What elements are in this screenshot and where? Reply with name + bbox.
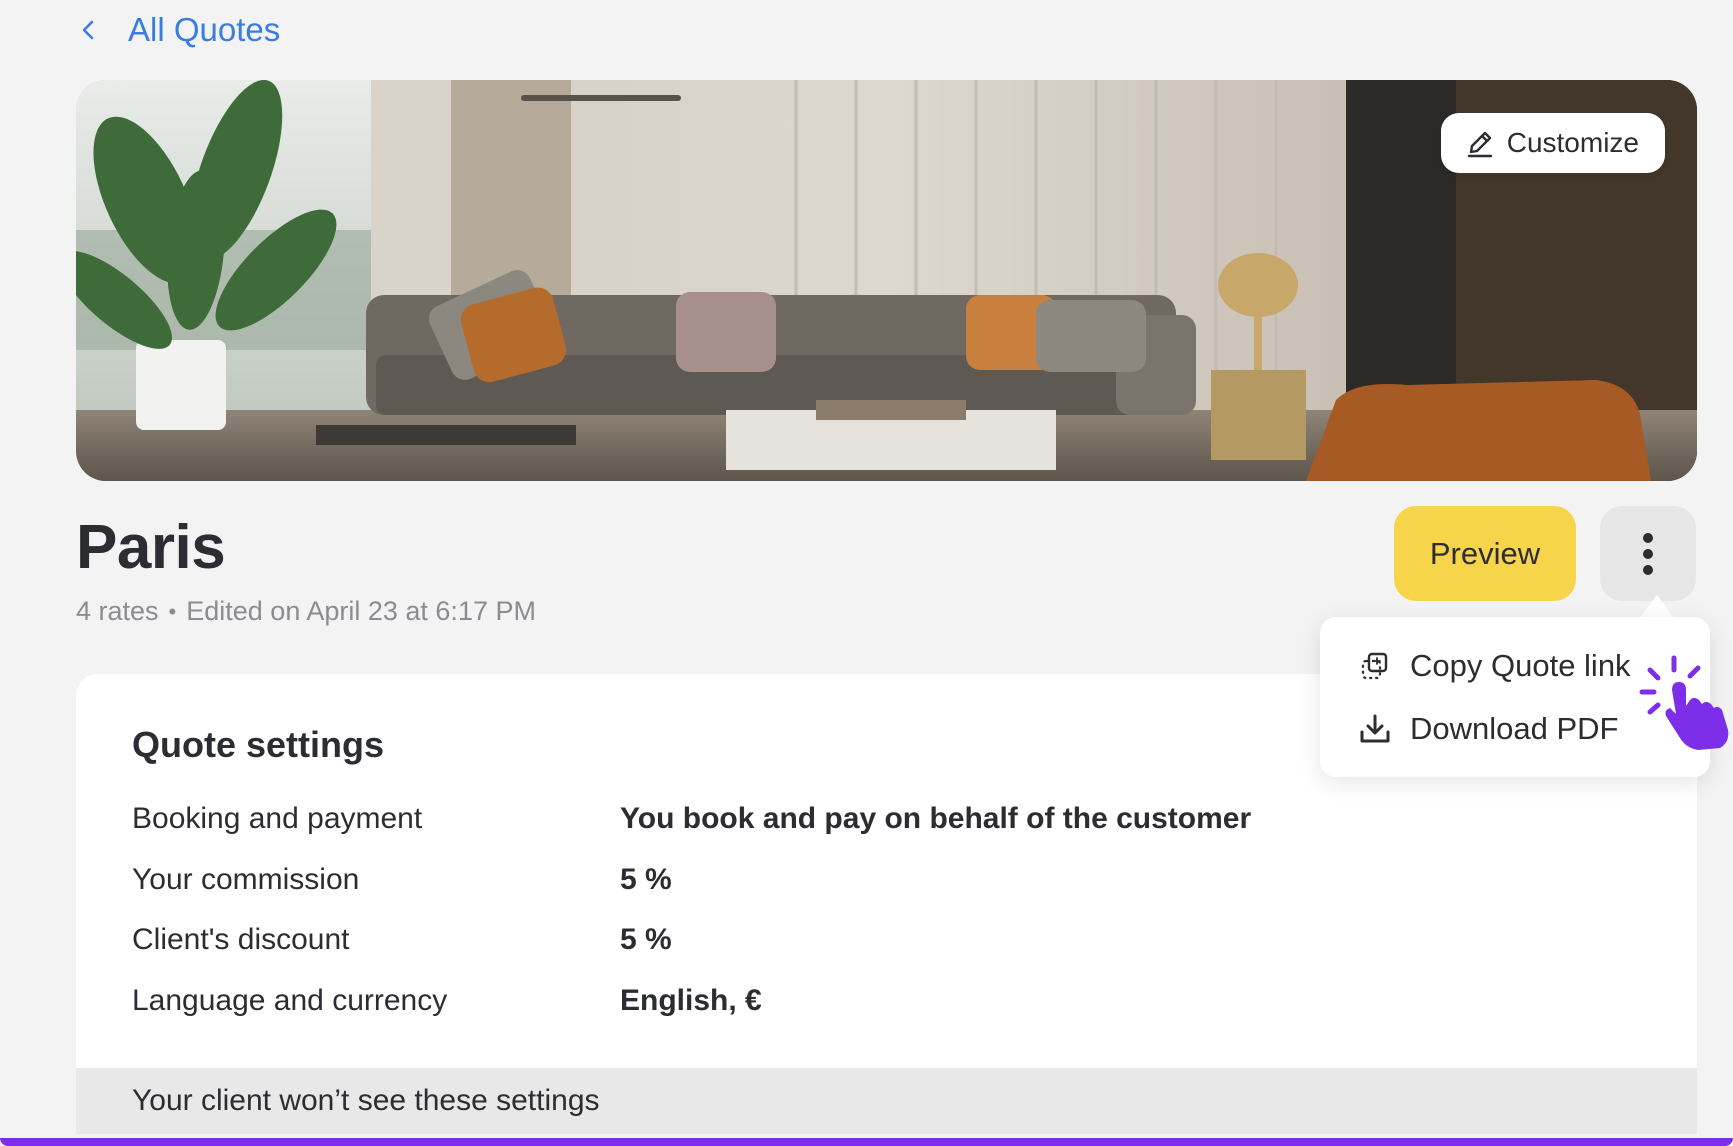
customize-button[interactable]: Customize — [1440, 113, 1665, 173]
settings-value: You book and pay on behalf of the custom… — [620, 802, 1252, 835]
settings-row-language: Language and currency English, € — [132, 981, 1632, 1021]
settings-label: Your commission — [132, 863, 360, 896]
more-options-button[interactable] — [1600, 506, 1696, 601]
more-vertical-icon — [1643, 532, 1653, 575]
preview-button[interactable]: Preview — [1394, 506, 1576, 601]
settings-title: Quote settings — [132, 724, 385, 765]
back-to-all-quotes-link[interactable]: All Quotes — [78, 10, 280, 50]
edited-timestamp: Edited on April 23 at 6:17 PM — [186, 596, 536, 626]
edit-pencil-icon — [1467, 131, 1492, 158]
back-link-label: All Quotes — [128, 11, 281, 48]
chevron-left-icon — [82, 20, 94, 40]
settings-row-discount: Client's discount 5 % — [132, 920, 1632, 960]
settings-label: Client's discount — [132, 923, 350, 956]
meta-separator: • — [168, 598, 177, 624]
settings-row-commission: Your commission 5 % — [132, 860, 1632, 900]
menu-item-copy-quote-link[interactable]: Copy Quote link — [1358, 641, 1631, 691]
menu-item-label: Download PDF — [1410, 711, 1619, 746]
quote-meta: 4 rates • Edited on April 23 at 6:17 PM — [76, 596, 536, 627]
app-frame: All Quotes Customize Paris 4 rates • Edi… — [0, 0, 1733, 1146]
dropdown-caret — [1639, 595, 1675, 619]
settings-label: Language and currency — [132, 984, 448, 1017]
download-icon — [1360, 714, 1390, 743]
settings-value: 5 % — [620, 863, 672, 896]
bottom-accent-bar — [0, 1138, 1733, 1146]
rates-count: 4 rates — [76, 596, 159, 626]
settings-label: Booking and payment — [132, 802, 423, 835]
menu-item-label: Copy Quote link — [1410, 648, 1631, 683]
copy-link-icon — [1361, 652, 1388, 680]
pointer-hand-icon — [1639, 655, 1729, 750]
page-title: Paris — [76, 513, 226, 582]
settings-value: 5 % — [620, 923, 672, 956]
settings-value: English, € — [620, 984, 762, 1017]
customize-label: Customize — [1506, 127, 1639, 158]
settings-footer-note: Your client won’t see these settings — [76, 1068, 1697, 1134]
settings-row-booking: Booking and payment You book and pay on … — [132, 799, 1632, 839]
hero-image: Customize — [76, 80, 1697, 481]
menu-item-download-pdf[interactable]: Download PDF — [1358, 704, 1618, 754]
